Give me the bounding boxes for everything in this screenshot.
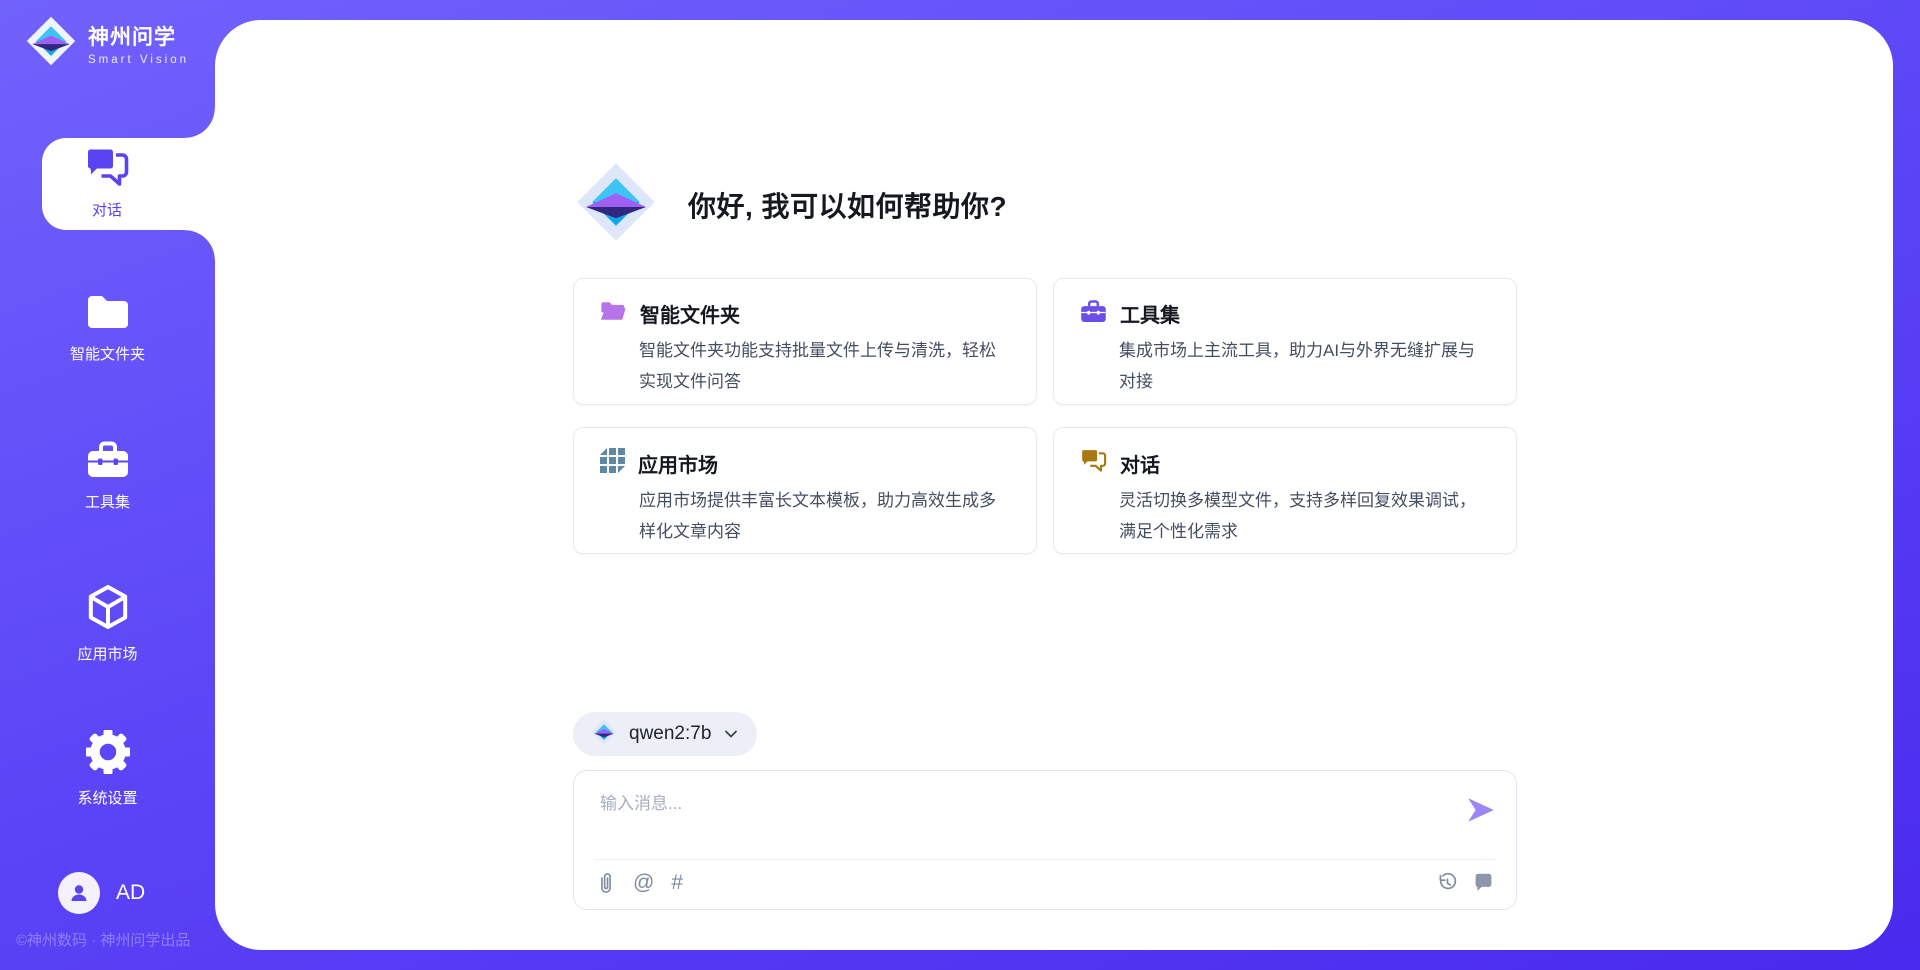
- card-chat[interactable]: 对话 灵活切换多模型文件，支持多样回复效果调试，满足个性化需求: [1053, 427, 1517, 554]
- greeting-block: 你好, 我可以如何帮助你?: [576, 162, 1007, 247]
- folder-open-icon: [600, 299, 627, 328]
- hash-icon[interactable]: #: [671, 871, 683, 895]
- chat-icon: [84, 146, 130, 193]
- card-title: 对话: [1120, 449, 1160, 478]
- sidebar: 神州问学 Smart Vision 对话 智能文件夹: [0, 0, 215, 970]
- card-description: 灵活切换多模型文件，支持多样回复效果调试，满足个性化需求: [1119, 485, 1490, 547]
- sidebar-item-label: 工具集: [85, 491, 130, 512]
- card-description: 集成市场上主流工具，助力AI与外界无缝扩展与对接: [1119, 335, 1490, 397]
- person-icon: [67, 881, 91, 905]
- card-title: 智能文件夹: [640, 299, 740, 328]
- paperclip-icon[interactable]: [596, 871, 616, 895]
- card-app-market[interactable]: 应用市场 应用市场提供丰富长文本模板，助力高效生成多样化文章内容: [573, 427, 1037, 554]
- copyright-text: ©神州数码 · 神州问学出品: [16, 929, 190, 950]
- send-icon[interactable]: [1466, 795, 1496, 825]
- sidebar-item-settings[interactable]: 系统设置: [0, 730, 215, 808]
- sidebar-item-label: 对话: [92, 199, 122, 220]
- at-icon[interactable]: @: [633, 871, 654, 895]
- user-account[interactable]: AD: [58, 872, 145, 914]
- feature-cards: 智能文件夹 智能文件夹功能支持批量文件上传与清洗，轻松实现文件问答 工具集 集成…: [573, 278, 1517, 554]
- card-title: 应用市场: [638, 449, 718, 478]
- model-logo-icon: [591, 719, 617, 750]
- sidebar-item-label: 系统设置: [77, 787, 137, 808]
- brand: 神州问学 Smart Vision: [26, 16, 189, 71]
- assistant-logo-icon: [576, 162, 656, 247]
- user-name: AD: [116, 881, 145, 905]
- greeting-title: 你好, 我可以如何帮助你?: [688, 185, 1007, 225]
- model-selector[interactable]: qwen2:7b: [573, 712, 757, 756]
- composer-divider: [594, 859, 1496, 860]
- active-tab-fillet-top: [185, 108, 215, 138]
- grid-cube-icon: [600, 448, 625, 478]
- folder-icon: [86, 292, 130, 334]
- card-description: 应用市场提供丰富长文本模板，助力高效生成多样化文章内容: [639, 485, 1010, 547]
- toolbox-icon: [86, 440, 130, 482]
- cube-icon: [87, 584, 129, 634]
- sidebar-item-tools[interactable]: 工具集: [0, 440, 215, 512]
- chevron-down-icon: [723, 726, 739, 742]
- comment-icon[interactable]: [1473, 872, 1494, 893]
- card-description: 智能文件夹功能支持批量文件上传与清洗，轻松实现文件问答: [639, 335, 1010, 397]
- composer: @ #: [573, 770, 1517, 910]
- sidebar-item-label: 智能文件夹: [70, 343, 145, 364]
- briefcase-icon: [1080, 299, 1107, 328]
- sidebar-item-folders[interactable]: 智能文件夹: [0, 292, 215, 364]
- brand-logo-icon: [26, 16, 76, 71]
- history-icon[interactable]: [1436, 871, 1458, 893]
- active-tab-fillet-bottom: [185, 230, 215, 260]
- sidebar-item-chat[interactable]: 对话: [42, 146, 172, 220]
- card-title: 工具集: [1120, 299, 1180, 328]
- brand-name: 神州问学: [88, 21, 189, 51]
- sidebar-item-market[interactable]: 应用市场: [0, 584, 215, 664]
- app-window: 神州问学 Smart Vision 对话 智能文件夹: [0, 0, 1920, 970]
- sidebar-item-label: 应用市场: [77, 643, 137, 664]
- brand-tagline: Smart Vision: [88, 54, 189, 66]
- gear-icon: [86, 730, 130, 778]
- model-name: qwen2:7b: [629, 723, 711, 745]
- chat-bubbles-icon: [1080, 448, 1107, 478]
- avatar: [58, 872, 100, 914]
- message-input[interactable]: [598, 787, 1452, 847]
- card-toolset[interactable]: 工具集 集成市场上主流工具，助力AI与外界无缝扩展与对接: [1053, 278, 1517, 405]
- card-smart-folder[interactable]: 智能文件夹 智能文件夹功能支持批量文件上传与清洗，轻松实现文件问答: [573, 278, 1037, 405]
